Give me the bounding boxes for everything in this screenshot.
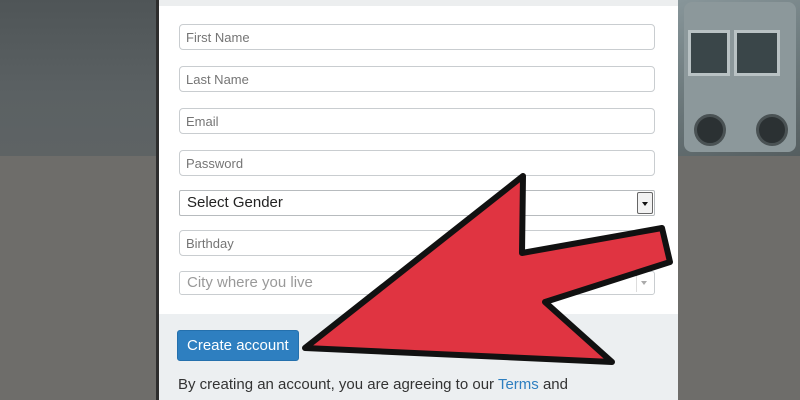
gender-select[interactable]: Select Gender — [179, 190, 655, 216]
birthday-input[interactable] — [179, 230, 655, 256]
background-photo — [676, 0, 800, 156]
city-select-placeholder: City where you live — [187, 274, 313, 291]
van-wheel — [756, 114, 788, 146]
panel-header-strip — [159, 0, 678, 6]
form-footer: Create account By creating an account, y… — [159, 314, 678, 400]
create-account-button[interactable]: Create account — [177, 330, 299, 361]
terms-link[interactable]: Terms — [498, 376, 539, 393]
van-window — [734, 30, 780, 76]
first-name-input[interactable] — [179, 24, 655, 50]
city-select[interactable]: City where you live — [179, 271, 655, 295]
van-image — [684, 2, 796, 152]
last-name-input[interactable] — [179, 66, 655, 92]
chevron-down-icon[interactable] — [637, 192, 653, 214]
signup-panel: Select Gender City where you live Create… — [156, 0, 678, 400]
van-window — [688, 30, 730, 76]
password-input[interactable] — [179, 150, 655, 176]
gender-select-value: Select Gender — [187, 194, 283, 211]
chevron-down-icon[interactable] — [636, 274, 651, 292]
agreement-tail: and — [538, 376, 568, 393]
email-input[interactable] — [179, 108, 655, 134]
van-wheel — [694, 114, 726, 146]
agreement-text: By creating an account, you are agreeing… — [178, 376, 568, 393]
agreement-sentence: By creating an account, you are agreeing… — [178, 376, 498, 393]
